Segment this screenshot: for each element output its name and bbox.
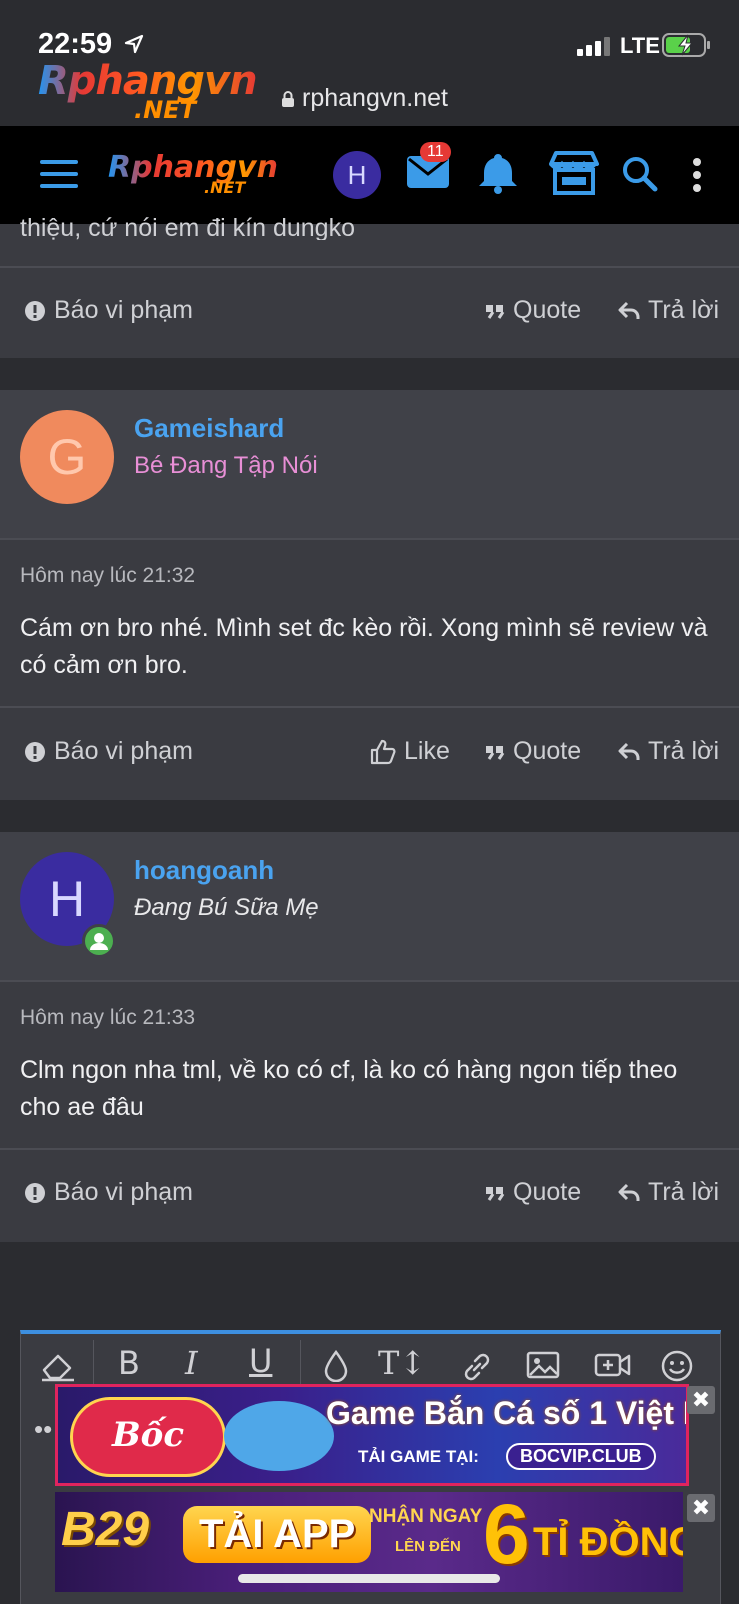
location-arrow-icon bbox=[124, 34, 144, 54]
quote-icon bbox=[486, 1186, 505, 1201]
toolbar-divider bbox=[93, 1340, 94, 1388]
user-icon bbox=[90, 933, 108, 950]
divider bbox=[0, 266, 739, 268]
quote-label: Quote bbox=[513, 737, 582, 765]
quote-icon bbox=[486, 745, 505, 760]
ad-brand-logo: Bốc club bbox=[70, 1397, 226, 1477]
online-status-icon bbox=[82, 924, 116, 958]
like-button[interactable]: Like bbox=[370, 737, 450, 766]
account-avatar[interactable]: H bbox=[333, 151, 381, 199]
image-icon[interactable] bbox=[526, 1350, 560, 1380]
quote-button[interactable]: Quote bbox=[485, 1178, 581, 1207]
username-link[interactable]: Gameishard bbox=[134, 413, 284, 444]
reply-icon bbox=[618, 301, 640, 319]
post-partial bbox=[0, 224, 739, 358]
status-time: 22:59 bbox=[38, 28, 113, 60]
user-avatar[interactable]: G bbox=[20, 410, 114, 504]
bold-icon[interactable]: B bbox=[118, 1344, 140, 1382]
ad-promo-mid: LÊN ĐẾN bbox=[395, 1538, 461, 1555]
menu-icon[interactable] bbox=[40, 160, 78, 188]
username-link[interactable]: hoangoanh bbox=[134, 855, 274, 886]
thumbs-up-icon bbox=[370, 739, 396, 764]
quote-label: Quote bbox=[513, 296, 582, 324]
more-tools-icon[interactable]: •• bbox=[34, 1414, 52, 1445]
ad-link: BOCVIP.CLUB bbox=[506, 1443, 656, 1470]
ad-sub: TẢI GAME TẠI: bbox=[358, 1447, 479, 1466]
report-button[interactable]: Báo vi phạm bbox=[24, 1178, 193, 1207]
report-button[interactable]: Báo vi phạm bbox=[24, 296, 193, 325]
divider bbox=[0, 706, 739, 708]
close-icon[interactable]: ✖ bbox=[687, 1494, 715, 1522]
report-label: Báo vi phạm bbox=[54, 737, 193, 765]
inbox-count-badge: 11 bbox=[420, 142, 451, 162]
post-message: Cám ơn bro nhé. Mình set đc kèo rồi. Xon… bbox=[20, 614, 708, 679]
exclamation-circle-icon bbox=[25, 1182, 45, 1203]
store-icon[interactable] bbox=[547, 150, 601, 196]
reply-button[interactable]: Trả lời bbox=[618, 737, 719, 766]
network-type: LTE bbox=[620, 33, 660, 58]
reply-button[interactable]: Trả lời bbox=[618, 296, 719, 325]
ad-amount: 6 bbox=[483, 1492, 530, 1581]
post-date[interactable]: Hôm nay lúc 21:32 bbox=[20, 564, 195, 588]
ad-amount-unit: TỈ ĐỒNG bbox=[533, 1520, 683, 1564]
exclamation-circle-icon bbox=[25, 741, 45, 762]
quote-icon bbox=[486, 304, 505, 319]
post-date[interactable]: Hôm nay lúc 21:33 bbox=[20, 1006, 195, 1030]
reply-icon bbox=[618, 1183, 640, 1201]
search-icon[interactable] bbox=[622, 156, 658, 192]
font-size-icon[interactable]: T↕ bbox=[378, 1344, 426, 1382]
divider bbox=[0, 1148, 739, 1150]
report-button[interactable]: Báo vi phạm bbox=[24, 737, 193, 766]
navbar-logo[interactable]: Rphangvn .NET bbox=[108, 150, 278, 197]
ad-promo-top: NHẬN NGAY bbox=[369, 1506, 483, 1527]
post-message-partial: thiệu, cứ nói em đi kín dungko bbox=[20, 214, 355, 240]
reply-label: Trả lời bbox=[648, 737, 720, 765]
toolbar-divider bbox=[300, 1340, 301, 1388]
quote-label: Quote bbox=[513, 1178, 582, 1206]
ad-banner-bocclub[interactable]: Bốc club Game Bắn Cá số 1 Việt Nam TẢI G… bbox=[55, 1384, 689, 1486]
divider bbox=[0, 980, 739, 982]
reply-button[interactable]: Trả lời bbox=[618, 1178, 719, 1207]
link-icon[interactable] bbox=[460, 1350, 494, 1384]
user-title: Đang Bú Sữa Mẹ bbox=[134, 894, 319, 921]
like-label: Like bbox=[404, 737, 450, 765]
video-icon[interactable] bbox=[594, 1350, 632, 1380]
bell-icon[interactable] bbox=[478, 152, 518, 194]
shark-mascot-icon bbox=[224, 1401, 334, 1471]
reply-label: Trả lời bbox=[648, 1178, 720, 1206]
quote-button[interactable]: Quote bbox=[485, 296, 581, 325]
signal-icon bbox=[577, 37, 610, 56]
url-bar[interactable]: rphangvn.net bbox=[302, 84, 448, 113]
close-icon[interactable]: ✖ bbox=[687, 1386, 715, 1414]
home-indicator[interactable] bbox=[238, 1574, 500, 1583]
exclamation-circle-icon bbox=[25, 300, 45, 321]
eraser-icon[interactable] bbox=[40, 1350, 76, 1382]
report-label: Báo vi phạm bbox=[54, 296, 193, 324]
emoji-icon[interactable] bbox=[661, 1350, 693, 1382]
reply-label: Trả lời bbox=[648, 296, 720, 324]
more-options-icon[interactable] bbox=[692, 158, 702, 192]
ad-cta: TẢI APP bbox=[183, 1506, 372, 1563]
text-color-icon[interactable] bbox=[323, 1350, 349, 1382]
user-title: Bé Đang Tập Nói bbox=[134, 452, 318, 479]
reply-icon bbox=[618, 742, 640, 760]
post-message: Clm ngon nha tml, về ko có cf, là ko có … bbox=[20, 1056, 678, 1121]
report-label: Báo vi phạm bbox=[54, 1178, 193, 1206]
site-logo: Rphangvn .NET bbox=[38, 58, 258, 124]
lock-icon bbox=[282, 91, 294, 107]
quote-button[interactable]: Quote bbox=[485, 737, 581, 766]
ad-headline: Game Bắn Cá số 1 Việt Nam bbox=[326, 1395, 686, 1431]
underline-icon[interactable]: U bbox=[249, 1342, 272, 1380]
italic-icon[interactable]: I bbox=[185, 1344, 198, 1382]
divider bbox=[0, 538, 739, 540]
ad-brand-logo: B29 bbox=[61, 1503, 150, 1556]
battery-charging-icon bbox=[662, 33, 710, 57]
